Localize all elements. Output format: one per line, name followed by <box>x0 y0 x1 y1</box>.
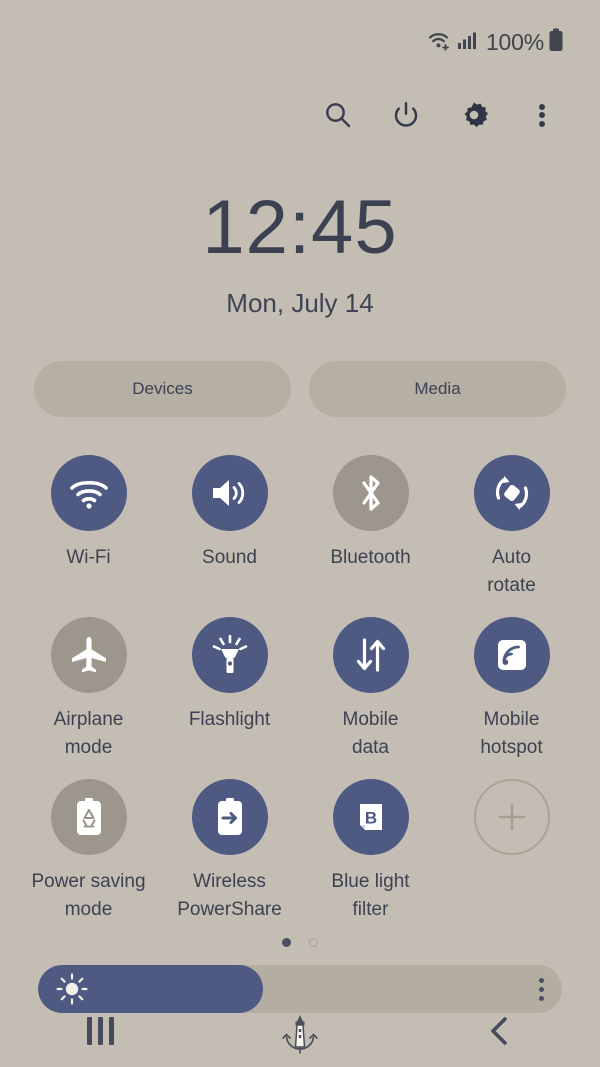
kebab-dot <box>539 986 544 992</box>
status-icons: 100% <box>427 28 564 57</box>
settings-gear-icon[interactable] <box>452 93 496 137</box>
devices-button[interactable]: Devices <box>34 361 291 417</box>
tile-label: Wireless PowerShare <box>177 871 282 920</box>
media-button[interactable]: Media <box>309 361 566 417</box>
tile-mobile-hotspot[interactable]: Mobile hotspot <box>441 603 582 761</box>
overflow-menu-icon[interactable] <box>520 93 564 137</box>
tile-wifi[interactable]: Wi-Fi <box>18 441 159 599</box>
clock-block[interactable]: 12:45 Mon, July 14 <box>0 190 600 319</box>
tile-flashlight[interactable]: Flashlight <box>159 603 300 761</box>
search-icon[interactable] <box>316 93 360 137</box>
recents-bar <box>97 1017 103 1045</box>
blue-light-filter-icon: B <box>332 779 409 856</box>
recents-icon[interactable] <box>55 1001 145 1061</box>
cellular-signal-icon <box>457 30 477 55</box>
tile-label: Mobile hotspot <box>480 709 543 758</box>
wireless-powershare-icon <box>191 779 268 856</box>
tile-airplane-mode[interactable]: Airplane mode <box>18 603 159 761</box>
mobile-data-icon <box>332 617 409 694</box>
wifi-signal-icon <box>427 29 453 56</box>
clock-date: Mon, July 14 <box>226 288 374 318</box>
tile-label: Wi-Fi <box>66 547 111 568</box>
tile-add-button[interactable] <box>441 765 582 923</box>
tile-mobile-data[interactable]: Mobile data <box>300 603 441 761</box>
add-tile-icon <box>473 779 550 856</box>
tile-label: Mobile data <box>342 709 399 758</box>
power-saving-icon <box>50 779 127 856</box>
tile-label: Bluetooth <box>330 547 411 568</box>
tile-label: Blue light filter <box>331 871 410 920</box>
recents-bar <box>86 1017 92 1045</box>
page-dot[interactable] <box>309 937 318 947</box>
page-indicator <box>0 933 600 951</box>
tile-power-saving-mode[interactable]: Power saving mode <box>18 765 159 923</box>
recents-bar <box>108 1017 114 1045</box>
tile-label: Sound <box>202 547 257 568</box>
tile-bluetooth[interactable]: Bluetooth <box>300 441 441 599</box>
header-icon-row <box>0 84 600 146</box>
wifi-icon <box>50 455 127 531</box>
page-dot-active[interactable] <box>282 937 291 947</box>
navigation-bar <box>0 995 600 1067</box>
power-icon[interactable] <box>384 93 428 137</box>
tile-label: Flashlight <box>188 709 271 731</box>
tile-label: Power saving mode <box>31 871 146 920</box>
airplane-icon <box>50 617 127 694</box>
tile-label: Airplane mode <box>53 709 124 758</box>
auto-rotate-icon <box>473 455 550 531</box>
quick-settings-grid: Wi-Fi Sound Bluetooth Auto rotate Airpla… <box>0 441 600 923</box>
mobile-hotspot-icon <box>473 617 550 694</box>
bluetooth-icon <box>332 455 409 531</box>
status-bar: 100% <box>0 0 600 84</box>
kebab-dot <box>539 112 545 118</box>
tile-auto-rotate[interactable]: Auto rotate <box>441 441 582 599</box>
kebab-dot <box>539 103 545 110</box>
tile-blue-light-filter[interactable]: B Blue light filter <box>300 765 441 923</box>
back-icon[interactable] <box>455 1001 545 1061</box>
tile-label: Auto rotate <box>487 547 536 596</box>
battery-full-icon <box>548 28 564 57</box>
clock-time: 12:45 <box>202 185 398 270</box>
tile-wireless-powershare[interactable]: Wireless PowerShare <box>159 765 300 923</box>
kebab-dot <box>539 977 544 983</box>
sound-icon <box>191 455 268 531</box>
tile-sound[interactable]: Sound <box>159 441 300 599</box>
flashlight-icon <box>191 617 268 694</box>
home-lighthouse-icon[interactable] <box>255 1001 345 1061</box>
svg-text:B: B <box>364 809 376 828</box>
quick-panel-pills: Devices Media <box>0 361 600 417</box>
battery-percent-label: 100% <box>485 28 544 55</box>
kebab-dot <box>539 120 545 127</box>
